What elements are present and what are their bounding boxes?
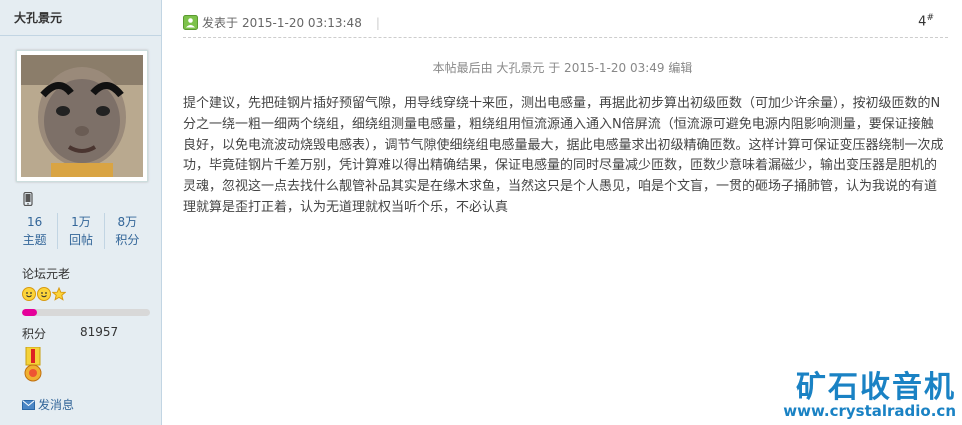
user-rank[interactable]: 论坛元老: [22, 265, 70, 282]
post-main: 发表于 2015-1-20 03:13:48 | 4# 本帖最后由 大孔景元 于…: [163, 0, 962, 425]
author-sidebar: 大孔景元 16 主题 1万 回帖 8万 积分 论坛元老 积分 81957 发消息: [0, 0, 162, 425]
stat-threads[interactable]: 16 主题: [12, 213, 59, 249]
points-value: 81957: [80, 325, 119, 339]
online-status-icon: [183, 15, 198, 30]
envelope-icon: [22, 399, 35, 410]
avatar-image: [21, 55, 143, 177]
stat-value: 16: [27, 215, 43, 229]
smiley-icon: [22, 287, 36, 301]
header-separator: |: [375, 15, 380, 30]
mobile-phone-icon: [23, 191, 33, 209]
smiley-icon: [37, 287, 51, 301]
header-divider: [183, 37, 948, 38]
stat-label: 主题: [22, 233, 47, 247]
stat-value: 8万: [117, 215, 138, 229]
floor-mark: #: [926, 13, 934, 23]
author-name[interactable]: 大孔景元: [14, 9, 62, 26]
level-progress-bar: [22, 309, 150, 316]
medal-icon[interactable]: [23, 346, 43, 386]
watermark-url: www.crystalradio.cn: [783, 402, 956, 420]
avatar[interactable]: [16, 50, 148, 182]
star-icon: [52, 287, 66, 301]
stat-label: 积分: [115, 233, 140, 247]
post-header: 发表于 2015-1-20 03:13:48 |: [183, 14, 380, 31]
post-body: 提个建议，先把硅钢片插好预留气隙，用导线穿绕十来匝，测出电感量，再据此初步算出初…: [183, 96, 944, 215]
divider: [0, 35, 161, 36]
stat-replies[interactable]: 1万 回帖: [58, 213, 105, 249]
watermark-title: 矿石收音机: [796, 370, 956, 405]
posted-prefix: 发表于: [202, 16, 239, 30]
send-message-label: 发消息: [38, 398, 75, 412]
posted-time: 2015-1-20 03:13:48: [242, 15, 362, 30]
send-message-link[interactable]: 发消息: [22, 396, 74, 413]
level-progress-fill: [22, 309, 38, 316]
user-stats: 16 主题 1万 回帖 8万 积分: [12, 213, 150, 249]
stat-value: 1万: [71, 215, 91, 229]
edited-note: 本帖最后由 大孔景元 于 2015-1-20 03:49 编辑: [432, 61, 693, 75]
stat-label: 回帖: [68, 233, 93, 247]
floor-number[interactable]: 4#: [918, 13, 934, 29]
stat-points[interactable]: 8万 积分: [105, 213, 150, 249]
rank-stars: [22, 287, 66, 301]
points-label: 积分: [22, 327, 47, 341]
